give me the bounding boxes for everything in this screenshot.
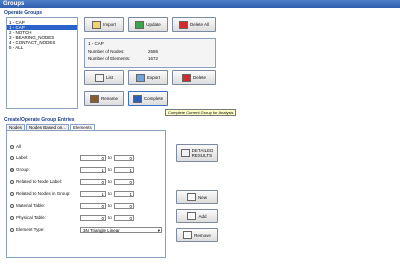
update-icon [135, 20, 145, 29]
import-label: Import [103, 22, 116, 27]
criteria-label: All [16, 144, 22, 149]
list-icon [94, 73, 104, 82]
radio-button[interactable] [10, 155, 14, 160]
new-label: New [197, 194, 207, 200]
criteria-label: Material Table: [16, 203, 46, 208]
to-separator: to [108, 179, 112, 184]
results-label: RESULTS [191, 153, 213, 158]
group-info-name: 1 - CAP [88, 41, 104, 46]
radio-button[interactable] [10, 144, 14, 149]
criteria-label: Label: [16, 155, 29, 160]
chevron-down-icon: ▾ [157, 228, 160, 233]
criteria-label: Element Type: [16, 227, 45, 232]
to-separator: to [108, 167, 112, 172]
element-type-value: 3N Triangle Linear [83, 228, 120, 233]
list-label: List [105, 75, 113, 80]
criteria-row-related-nodes-group[interactable]: Related to Nodes in Group: [10, 191, 71, 196]
delete-label: Delete [192, 75, 206, 80]
radio-button[interactable] [10, 179, 14, 184]
add-icon [187, 212, 197, 220]
pencil-icon [89, 94, 99, 103]
criteria-row-element-type[interactable]: Element Type: [10, 227, 45, 232]
to-field[interactable]: 1 [114, 191, 134, 197]
to-field[interactable]: 0 [114, 215, 134, 221]
to-field[interactable]: 0 [114, 155, 134, 161]
folder-icon [92, 20, 102, 29]
complete-label: Complete [143, 96, 164, 101]
delete-button[interactable]: Delete [172, 70, 216, 85]
to-separator: to [108, 215, 112, 220]
delete-all-label: Delete All [189, 22, 209, 27]
criteria-row-all[interactable]: All [10, 144, 21, 149]
create-entries-title: Create/Operate Group Entries [4, 117, 75, 123]
from-field[interactable]: 1 [80, 167, 106, 173]
to-field[interactable]: 1 [114, 167, 134, 173]
import-button[interactable]: Import [84, 17, 124, 32]
radio-button[interactable] [10, 203, 14, 208]
to-separator: to [108, 191, 112, 196]
nodes-count-label: Number of Nodes: [88, 49, 125, 54]
complete-button[interactable]: Complete [128, 91, 168, 106]
nodes-count-value: 2586 [148, 49, 159, 54]
delete-icon [181, 73, 191, 82]
criteria-label: Related to Node Label: [16, 179, 63, 184]
add-label: Add [198, 213, 207, 219]
criteria-row-group[interactable]: Group: [10, 167, 30, 172]
to-separator: to [108, 203, 112, 208]
to-field[interactable]: 0 [114, 179, 134, 185]
from-field[interactable]: 0 [80, 155, 106, 161]
update-button[interactable]: Update [128, 17, 168, 32]
export-label: Export [146, 75, 160, 80]
new-icon [186, 193, 196, 201]
rename-label: Rename [100, 96, 118, 101]
from-field[interactable]: 0 [80, 215, 106, 221]
operate-groups-title: Operate Groups [4, 10, 43, 16]
export-button[interactable]: Export [128, 70, 168, 85]
from-field[interactable]: 0 [80, 179, 106, 185]
group-info-panel: 1 - CAP Number of Nodes: 2586 Number of … [84, 38, 216, 68]
from-field[interactable]: 1 [80, 191, 106, 197]
results-icon [180, 149, 190, 157]
to-separator: to [108, 155, 112, 160]
element-type-select[interactable]: 3N Triangle Linear ▾ [80, 227, 162, 233]
criteria-label: Group: [16, 167, 30, 172]
new-button[interactable]: New [176, 190, 218, 204]
criteria-row-label[interactable]: Label: [10, 155, 28, 160]
criteria-row-material-table[interactable]: Material Table: [10, 203, 45, 208]
from-field[interactable]: 0 [80, 203, 106, 209]
criteria-row-related-node-label[interactable]: Related to Node Label: [10, 179, 62, 184]
group-list[interactable]: 1 - CAP 1 - CAP 2 - NOTCH 3 - BEARING_NO… [6, 17, 78, 109]
group-list-item[interactable]: 5 - ALL [7, 45, 77, 50]
export-icon [135, 73, 145, 82]
detailed-results-button[interactable]: DETAILED RESULTS [176, 144, 218, 162]
elements-count-label: Number of Elements: [88, 56, 131, 61]
window-title: Groups [0, 0, 400, 8]
list-button[interactable]: List [84, 70, 124, 85]
radio-button[interactable] [10, 215, 14, 220]
rename-button[interactable]: Rename [84, 91, 124, 106]
remove-label: Remove [194, 232, 211, 238]
complete-tooltip: Complete Current Group for Analysis [165, 109, 237, 116]
add-button[interactable]: Add [176, 209, 218, 223]
radio-button[interactable] [10, 227, 14, 232]
criteria-label: Physical Table: [16, 215, 46, 220]
remove-icon [183, 231, 193, 239]
to-field[interactable]: 0 [114, 203, 134, 209]
criteria-label: Related to Nodes in Group: [16, 191, 71, 196]
criteria-row-physical-table[interactable]: Physical Table: [10, 215, 46, 220]
delete-all-button[interactable]: Delete All [172, 17, 216, 32]
remove-button[interactable]: Remove [176, 228, 218, 242]
delete-all-icon [178, 20, 188, 29]
radio-button-selected[interactable] [10, 167, 14, 172]
update-label: Update [146, 22, 161, 27]
elements-count-value: 1672 [148, 56, 159, 61]
complete-icon [132, 94, 142, 103]
radio-button[interactable] [10, 191, 14, 196]
